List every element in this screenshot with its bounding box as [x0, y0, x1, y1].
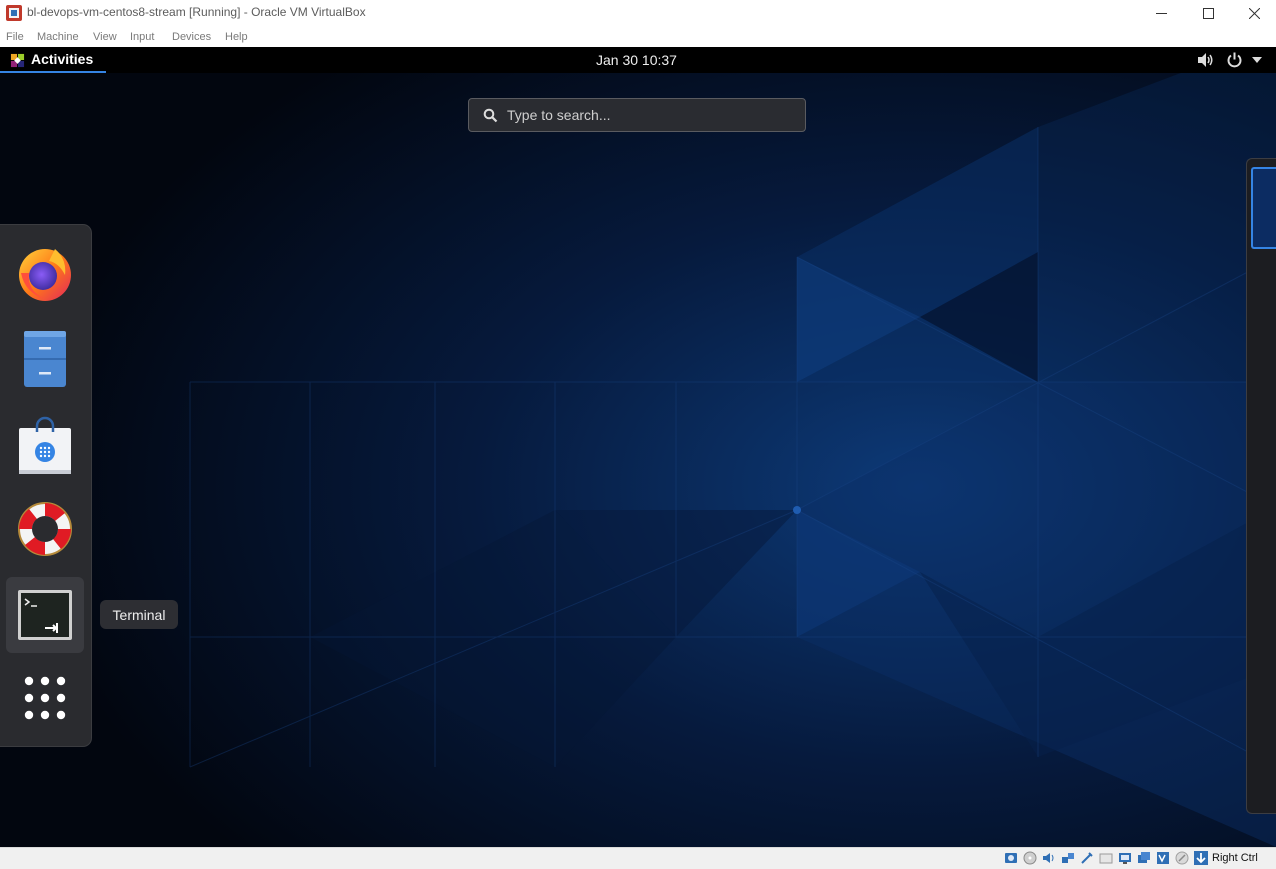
guest-display[interactable]: Activities Jan 30 10:37 Type to search..…: [0, 47, 1276, 847]
dash-item-firefox[interactable]: [6, 235, 84, 311]
display-icon[interactable]: [1118, 851, 1132, 865]
files-icon: [24, 331, 66, 387]
help-icon: [18, 502, 72, 556]
menu-view[interactable]: View: [93, 31, 117, 43]
overview-search[interactable]: [468, 98, 806, 132]
software-icon: [19, 416, 71, 474]
centos-logo-icon: [10, 53, 25, 68]
virtualbox-app-icon: [6, 5, 22, 21]
optical-drive-icon[interactable]: [1023, 851, 1037, 865]
menu-file[interactable]: File: [6, 31, 24, 43]
activities-active-indicator: [0, 71, 106, 73]
clock[interactable]: Jan 30 10:37: [596, 52, 677, 68]
show-applications-button[interactable]: [6, 662, 84, 738]
dropdown-arrow-icon[interactable]: [1252, 57, 1262, 63]
gnome-topbar: Activities Jan 30 10:37: [0, 47, 1276, 73]
desktop-wallpaper: [0, 47, 1276, 847]
maximize-icon: [1202, 7, 1214, 19]
audio-icon[interactable]: [1042, 851, 1056, 865]
dash-item-files[interactable]: [6, 320, 84, 396]
hard-disk-icon[interactable]: [1004, 851, 1018, 865]
menu-devices[interactable]: Devices: [172, 31, 211, 43]
shared-folders-icon[interactable]: [1099, 851, 1113, 865]
firefox-icon: [19, 249, 71, 301]
dash-tooltip: Terminal: [100, 600, 178, 629]
network-icon[interactable]: [1061, 851, 1075, 865]
minimize-button[interactable]: [1138, 0, 1184, 26]
menu-machine[interactable]: Machine: [37, 31, 79, 43]
dash-item-software[interactable]: [6, 406, 84, 482]
minimize-icon: [1155, 12, 1167, 14]
host-key-arrow-icon: [1194, 851, 1208, 865]
menubar: File Machine View Input Devices Help: [0, 26, 1276, 47]
close-icon: [1248, 7, 1260, 19]
usb-icon[interactable]: [1080, 851, 1094, 865]
dash: [0, 224, 92, 747]
workspace-thumbnail-1[interactable]: [1251, 167, 1276, 249]
volume-icon[interactable]: [1197, 52, 1214, 68]
dash-item-terminal[interactable]: [6, 577, 84, 653]
power-icon[interactable]: [1226, 52, 1243, 68]
host-key-label: Right Ctrl: [1212, 852, 1258, 864]
maximize-button[interactable]: [1185, 0, 1231, 26]
window-titlebar[interactable]: bl-devops-vm-centos8-stream [Running] - …: [0, 0, 1276, 26]
show-applications-icon: [24, 676, 66, 720]
mouse-integration-icon[interactable]: [1175, 851, 1189, 865]
search-input[interactable]: [507, 99, 797, 131]
menu-help[interactable]: Help: [225, 31, 248, 43]
window-title: bl-devops-vm-centos8-stream [Running] - …: [27, 5, 366, 19]
menu-input[interactable]: Input: [130, 31, 154, 43]
workspace-switcher[interactable]: [1246, 158, 1276, 814]
activities-label: Activities: [31, 51, 94, 67]
recording-icon[interactable]: [1137, 851, 1151, 865]
close-button[interactable]: [1231, 0, 1276, 26]
vbox-statusbar: Right Ctrl: [0, 847, 1276, 869]
terminal-icon: [18, 590, 72, 640]
cpu-icon[interactable]: [1156, 851, 1170, 865]
dash-item-help[interactable]: [6, 491, 84, 567]
search-icon: [483, 108, 498, 123]
activities-button[interactable]: Activities: [0, 47, 106, 73]
